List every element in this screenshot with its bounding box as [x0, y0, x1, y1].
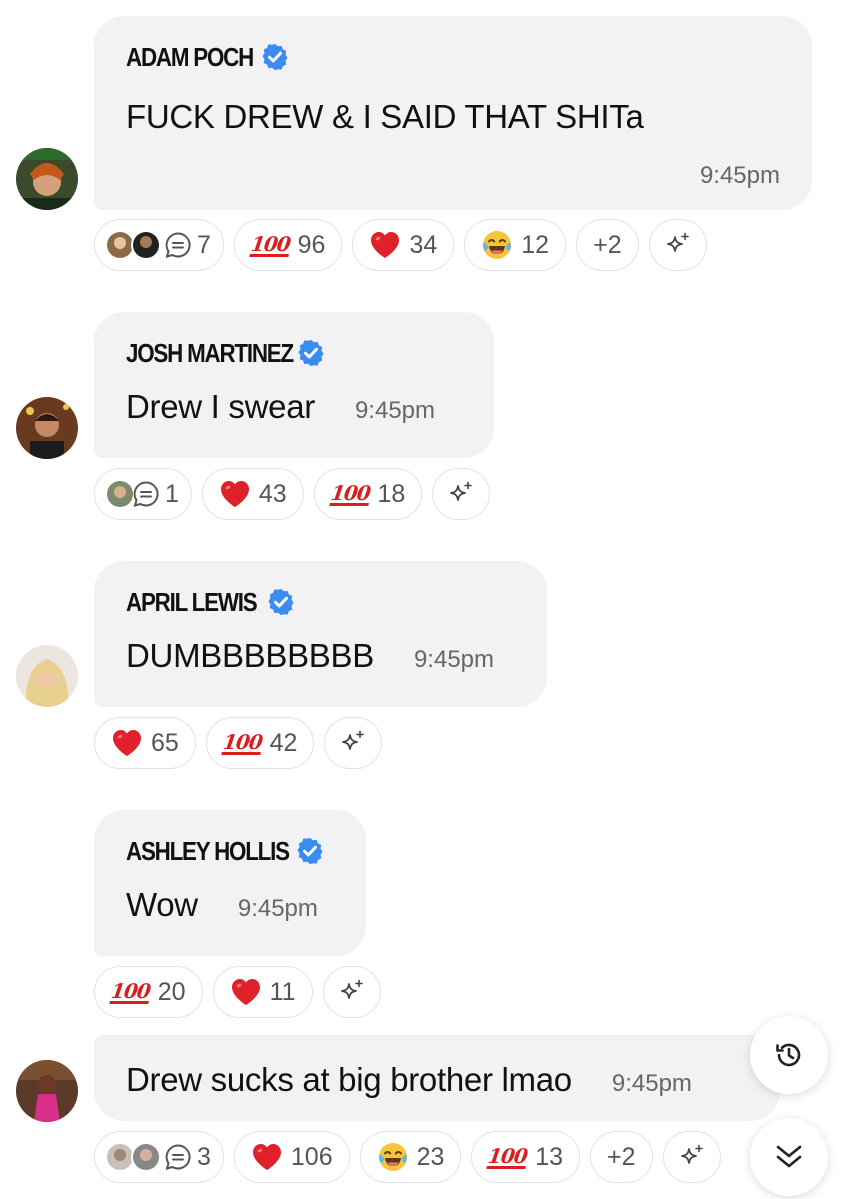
reaction-count: 18 — [377, 479, 406, 508]
history-icon — [772, 1038, 806, 1072]
message-text: Drew sucks at big brother lmao — [126, 1061, 572, 1098]
verified-badge-icon — [260, 42, 290, 72]
reaction-count: 12 — [521, 230, 550, 259]
message-text: Drew I swear — [126, 388, 315, 425]
author-name[interactable]: JOSH MARTINEZ — [126, 338, 294, 369]
thread-replies-button[interactable]: 7 — [94, 219, 224, 271]
hundred-points-icon: 100 — [329, 480, 372, 506]
message-text: FUCK DREW & I SAID THAT SHITa — [126, 98, 644, 135]
message-time: 9:45pm — [413, 646, 495, 673]
history-button[interactable] — [750, 1016, 828, 1094]
verified-badge-icon — [295, 836, 325, 866]
author-name[interactable]: APRIL LEWIS — [126, 587, 258, 618]
double-chevron-down-icon — [772, 1140, 806, 1174]
add-reaction-button[interactable] — [324, 717, 383, 769]
reaction-bar: 1 43 100 18 — [94, 468, 491, 520]
reaction-bar: 7 100 96 34 12 +2 — [94, 219, 707, 271]
sparkle-icon — [663, 230, 693, 260]
reaction-heart[interactable]: 34 — [352, 219, 455, 271]
message-time: 9:45pm — [699, 162, 780, 189]
hundred-points-icon: 100 — [486, 1143, 530, 1169]
reaction-tears-of-joy[interactable]: 23 — [359, 1131, 462, 1183]
red-heart-icon — [111, 728, 143, 758]
reaction-count: 42 — [269, 728, 298, 757]
avatar[interactable] — [16, 645, 78, 707]
reaction-count: 34 — [409, 230, 438, 259]
author-name[interactable]: ADAM POCH — [126, 42, 254, 73]
reaction-hundred-points[interactable]: 100 13 — [471, 1131, 580, 1183]
add-reaction-button[interactable] — [322, 966, 381, 1018]
sparkle-icon — [677, 1142, 707, 1172]
add-reaction-button[interactable] — [648, 219, 707, 271]
red-heart-icon — [369, 230, 401, 260]
more-reactions-button[interactable]: +2 — [590, 1131, 653, 1183]
reaction-hundred-points[interactable]: 100 42 — [205, 717, 315, 769]
message-time: 9:45pm — [354, 397, 436, 424]
red-heart-icon — [251, 1142, 283, 1172]
reaction-heart[interactable]: 65 — [94, 717, 196, 769]
reaction-bar: 65 100 42 — [94, 717, 383, 769]
add-reaction-button[interactable] — [432, 468, 491, 520]
reaction-bar: 100 20 11 — [94, 966, 381, 1018]
thread-replies-button[interactable]: 1 — [94, 468, 192, 520]
reaction-count: 23 — [416, 1142, 445, 1171]
red-heart-icon — [230, 977, 262, 1007]
author-name[interactable]: ASHLEY HOLLIS — [126, 836, 290, 867]
tears-of-joy-icon — [377, 1141, 409, 1173]
hundred-points-icon: 100 — [109, 978, 152, 1004]
message-bubble[interactable]: APRIL LEWIS DUMBBBBBBBB 9:45pm — [94, 561, 547, 707]
sparkle-icon — [446, 479, 476, 509]
scroll-to-bottom-button[interactable] — [750, 1118, 828, 1196]
chat-bubble-icon — [163, 1142, 193, 1172]
chat-bubble-icon — [131, 479, 161, 509]
reaction-count: 96 — [297, 230, 326, 259]
reaction-count: 43 — [258, 479, 287, 508]
message-text: Wow — [126, 886, 198, 923]
thread-count: 7 — [197, 230, 211, 259]
reply-avatar — [131, 1142, 161, 1172]
reaction-bar: 3 106 23 100 13 +2 — [94, 1131, 721, 1183]
more-reactions-count: +2 — [593, 230, 622, 259]
more-reactions-count: +2 — [607, 1142, 636, 1171]
message-time: 9:45pm — [611, 1070, 692, 1097]
verified-badge-icon — [296, 338, 326, 368]
avatar[interactable] — [16, 1060, 78, 1122]
message-bubble[interactable]: ADAM POCH FUCK DREW & I SAID THAT SHITa … — [94, 16, 812, 210]
thread-count: 3 — [197, 1142, 211, 1171]
avatar[interactable] — [16, 148, 78, 210]
message-bubble[interactable]: Drew sucks at big brother lmao 9:45pm — [94, 1035, 780, 1121]
thread-replies-button[interactable]: 3 — [94, 1131, 224, 1183]
message-bubble[interactable]: ASHLEY HOLLIS Wow 9:45pm — [94, 810, 366, 956]
sparkle-icon — [338, 728, 368, 758]
reaction-hundred-points[interactable]: 100 20 — [94, 966, 203, 1018]
sparkle-icon — [337, 977, 367, 1007]
message-time: 9:45pm — [237, 895, 318, 922]
reaction-hundred-points[interactable]: 100 18 — [313, 468, 423, 520]
verified-badge-icon — [266, 587, 296, 617]
add-reaction-button[interactable] — [662, 1131, 721, 1183]
hundred-points-icon: 100 — [249, 231, 292, 257]
reaction-count: 106 — [290, 1142, 333, 1171]
message-bubble[interactable]: JOSH MARTINEZ Drew I swear 9:45pm — [94, 312, 494, 458]
reaction-count: 20 — [157, 977, 186, 1006]
thread-count: 1 — [165, 479, 179, 508]
reply-avatar — [131, 230, 161, 260]
avatar[interactable] — [16, 397, 78, 459]
reaction-heart[interactable]: 11 — [212, 966, 313, 1018]
reaction-heart[interactable]: 43 — [201, 468, 304, 520]
chat-bubble-icon — [163, 230, 193, 260]
more-reactions-button[interactable]: +2 — [576, 219, 639, 271]
tears-of-joy-icon — [481, 229, 513, 261]
reaction-count: 13 — [535, 1142, 563, 1171]
red-heart-icon — [219, 479, 251, 509]
reaction-hundred-points[interactable]: 100 96 — [233, 219, 343, 271]
hundred-points-icon: 100 — [221, 729, 264, 755]
reaction-count: 11 — [269, 977, 296, 1006]
reaction-tears-of-joy[interactable]: 12 — [464, 219, 567, 271]
message-text: DUMBBBBBBBB — [126, 637, 374, 674]
reaction-heart[interactable]: 106 — [233, 1131, 350, 1183]
reaction-count: 65 — [151, 728, 179, 757]
